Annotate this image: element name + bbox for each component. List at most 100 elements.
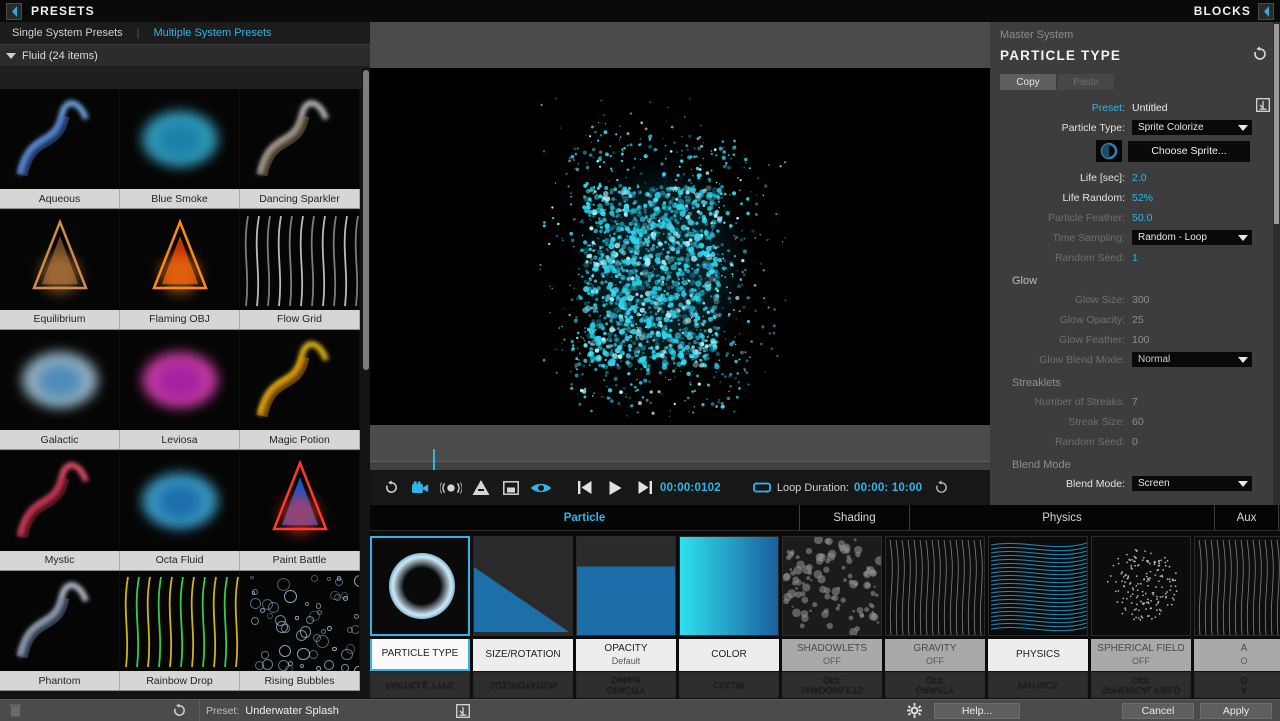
block-card-thumbnail[interactable] [370,536,470,636]
presets-collapse-button[interactable] [6,3,22,20]
tab-single-system-presets[interactable]: Single System Presets [12,27,137,39]
block-card[interactable]: SIZE/ROTATION SIZE/ROTATION [473,536,573,699]
timeline-ruler[interactable] [370,461,990,470]
block-card[interactable]: PARTICLE TYPE PARTICLE TYPE [370,536,470,699]
number-of-streaks-value[interactable]: 7 [1132,396,1138,408]
preset-item[interactable]: Blue Smoke [120,89,240,210]
block-card-thumbnail[interactable] [473,536,573,636]
glow-blend-mode-select[interactable]: Normal [1132,352,1252,367]
save-icon[interactable] [1256,98,1270,117]
glow-feather-value[interactable]: 100 [1132,334,1150,346]
tab-physics[interactable]: Physics [910,505,1215,530]
preset-item[interactable]: Paint Battle [240,451,360,572]
preset-item[interactable]: Flaming OBJ [120,210,240,331]
preset-item[interactable]: Equilibrium [0,210,120,331]
timeline-strip[interactable] [370,425,990,470]
preset-item[interactable]: Leviosa [120,330,240,451]
preset-grid[interactable]: Aqueous Blue Smoke Dancing Sparkler Equi… [0,89,362,699]
block-card[interactable]: GRAVITY OFF GRAVITY OFF [885,536,985,699]
preset-thumbnail[interactable] [0,451,120,551]
blend-mode-select[interactable]: Screen [1132,476,1252,491]
frame-icon[interactable] [496,470,526,505]
block-card[interactable]: SPHERICAL FIELD OFF SPHERICAL FIELD OFF [1091,536,1191,699]
particle-feather-value[interactable]: 50.0 [1132,212,1152,224]
block-card[interactable]: PHYSICS PHYSICS [988,536,1088,699]
particle-preview-canvas[interactable] [370,68,990,425]
apply-button[interactable]: Apply [1200,703,1272,719]
reset-icon[interactable] [165,703,193,718]
life-sec-value[interactable]: 2.0 [1132,172,1147,184]
loop-icon[interactable] [747,470,777,505]
loop-reset-icon[interactable] [926,470,956,505]
camera-icon[interactable] [406,470,436,505]
preset-thumbnail[interactable] [120,571,240,671]
particle-type-select[interactable]: Sprite Colorize [1132,120,1252,135]
preset-thumbnail[interactable] [0,330,120,430]
preset-thumbnail[interactable] [240,571,360,671]
skip-back-icon[interactable] [570,470,600,505]
viewport[interactable] [370,22,990,425]
preset-item[interactable]: Rising Bubbles [240,571,360,692]
blocks-collapse-button[interactable] [1258,3,1274,20]
preset-thumbnail[interactable] [240,210,360,310]
preset-thumbnail[interactable] [0,571,120,671]
preset-thumbnail[interactable] [240,330,360,430]
block-card[interactable]: COLOR COLOR [679,536,779,699]
eye-icon[interactable] [526,470,556,505]
block-card-thumbnail[interactable] [679,536,779,636]
choose-sprite-button[interactable]: Choose Sprite... [1128,141,1250,162]
gear-icon[interactable] [900,703,928,718]
preset-item[interactable]: Flow Grid [240,210,360,331]
preset-thumbnail[interactable] [240,89,360,189]
motion-blur-icon[interactable] [436,470,466,505]
bottom-preset-value[interactable]: Underwater Splash [245,705,339,717]
current-timecode[interactable]: 00:00:0102 [660,482,721,494]
block-card-thumbnail[interactable] [988,536,1088,636]
play-icon[interactable] [600,470,630,505]
preset-thumbnail[interactable] [240,451,360,551]
properties-scrollbar[interactable] [1273,22,1280,505]
text-icon[interactable] [466,470,496,505]
streak-size-value[interactable]: 60 [1132,416,1144,428]
trash-icon[interactable] [0,704,30,717]
copy-button[interactable]: Copy [1000,74,1056,90]
preset-item[interactable]: Octa Fluid [120,451,240,572]
preset-thumbnail[interactable] [0,210,120,310]
cancel-button[interactable]: Cancel [1122,703,1194,719]
preset-thumbnail[interactable] [120,89,240,189]
life-random-value[interactable]: 52% [1132,192,1153,204]
block-card-thumbnail[interactable] [1091,536,1191,636]
tab-aux[interactable]: Aux [1215,505,1279,530]
block-card[interactable]: OPACITY Default OPACITY Default [576,536,676,699]
block-card-thumbnail[interactable] [576,536,676,636]
loop-duration-value[interactable]: 00:00: 10:00 [854,482,922,494]
preset-thumbnail[interactable] [120,210,240,310]
preset-item[interactable]: Phantom [0,571,120,692]
block-card-thumbnail[interactable] [1194,536,1280,636]
preset-item[interactable]: Rainbow Drop [120,571,240,692]
block-card-thumbnail[interactable] [782,536,882,636]
save-icon[interactable] [449,704,477,718]
glow-size-value[interactable]: 300 [1132,294,1150,306]
time-sampling-select[interactable]: Random - Loop [1132,230,1252,245]
tab-particle[interactable]: Particle [370,505,800,530]
glow-opacity-value[interactable]: 25 [1132,314,1144,326]
preset-item[interactable]: Galactic [0,330,120,451]
timeline-playhead[interactable] [433,449,435,470]
skip-forward-icon[interactable] [630,470,660,505]
preset-item[interactable]: Magic Potion [240,330,360,451]
preset-item[interactable]: Aqueous [0,89,120,210]
sprite-thumbnail-icon[interactable] [1096,140,1122,162]
preset-value[interactable]: Untitled [1132,102,1168,114]
tab-shading[interactable]: Shading [800,505,910,530]
block-card-thumbnail[interactable] [885,536,985,636]
reset-icon[interactable] [1252,46,1268,65]
reset-icon[interactable] [376,470,406,505]
block-card[interactable]: AOAO [1194,536,1280,699]
random-seed-value[interactable]: 1 [1132,252,1138,264]
preset-thumbnail[interactable] [0,89,120,189]
preset-thumbnail[interactable] [120,330,240,430]
preset-group-header[interactable]: Fluid (24 items) [0,45,370,67]
presets-scrollbar[interactable] [362,68,370,721]
preset-thumbnail[interactable] [120,451,240,551]
